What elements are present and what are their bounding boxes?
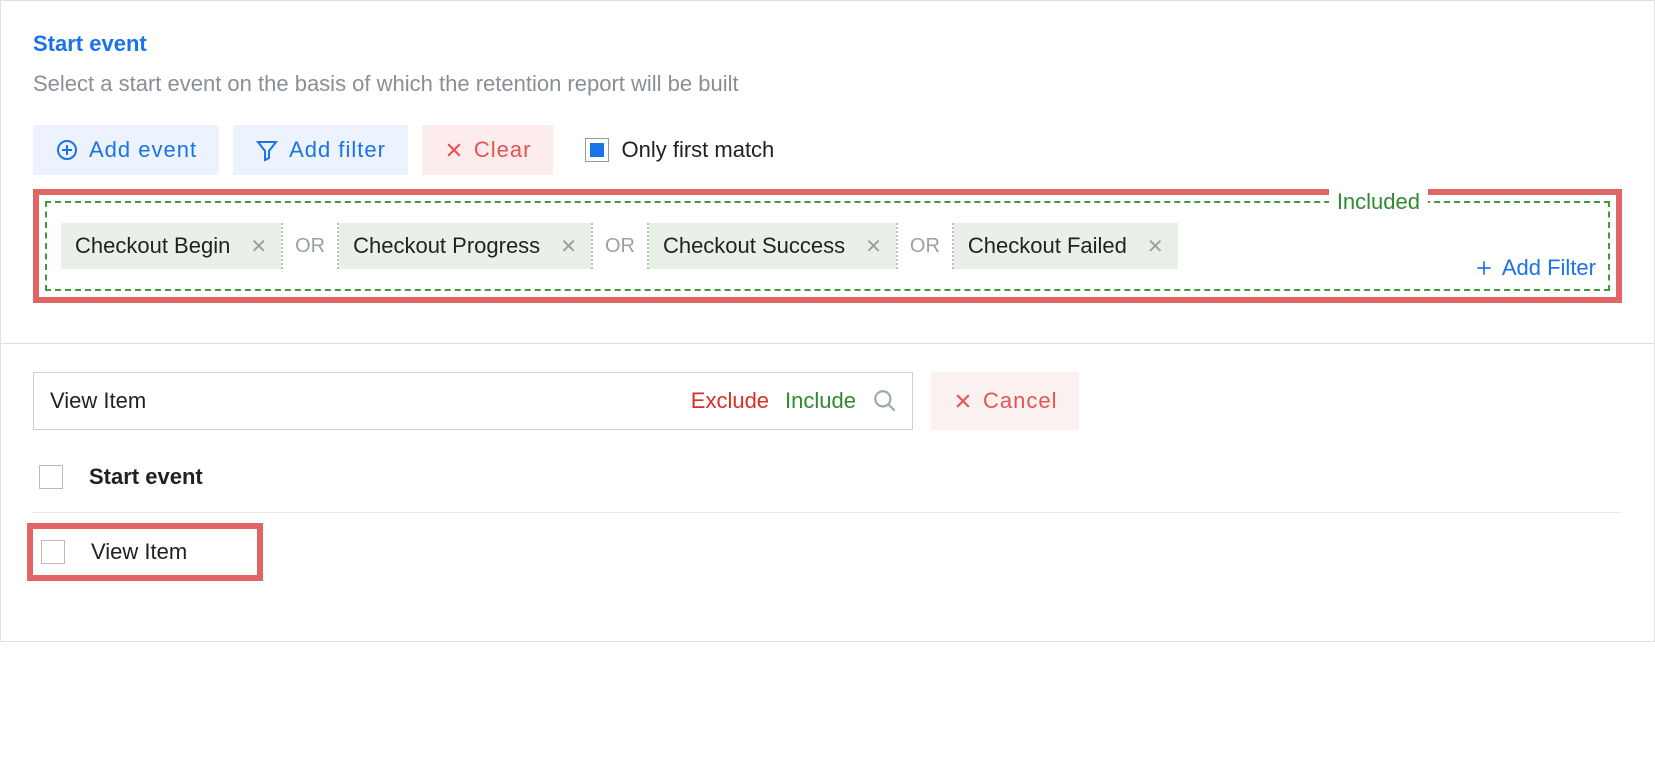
included-highlight: Included Checkout Begin ✕ OR Checkout Pr…: [33, 189, 1622, 303]
funnel-icon: [255, 138, 279, 162]
search-icon[interactable]: [872, 388, 898, 414]
clear-button[interactable]: Clear: [422, 125, 554, 175]
or-separator: OR: [281, 223, 339, 269]
group-label: Start event: [89, 464, 203, 490]
event-chip[interactable]: Checkout Success ✕: [649, 223, 896, 269]
start-event-panel: Start event Select a start event on the …: [0, 0, 1655, 642]
chip-label: Checkout Success: [663, 233, 845, 259]
results-group-header[interactable]: Start event: [33, 464, 1622, 513]
remove-chip-icon[interactable]: ✕: [1147, 234, 1164, 259]
chips-row: Checkout Begin ✕ OR Checkout Progress ✕ …: [61, 223, 1178, 269]
result-highlight: View Item: [27, 523, 263, 581]
remove-chip-icon[interactable]: ✕: [250, 234, 267, 259]
add-event-label: Add event: [89, 137, 197, 163]
checkbox-empty-icon[interactable]: [39, 465, 63, 489]
event-chip[interactable]: Checkout Failed ✕: [954, 223, 1178, 269]
included-events-box: Included Checkout Begin ✕ OR Checkout Pr…: [45, 201, 1610, 291]
search-input[interactable]: [48, 387, 691, 415]
plus-icon: [1474, 258, 1494, 278]
clear-label: Clear: [474, 137, 532, 163]
search-row: Exclude Include Cancel: [33, 372, 1622, 430]
toolbar: Add event Add filter Clear Only first ma…: [33, 125, 1622, 175]
or-separator: OR: [896, 223, 954, 269]
only-first-label: Only first match: [621, 137, 774, 163]
search-box: Exclude Include: [33, 372, 913, 430]
remove-chip-icon[interactable]: ✕: [560, 234, 577, 259]
chip-label: Checkout Begin: [75, 233, 230, 259]
event-chip[interactable]: Checkout Begin ✕: [61, 223, 281, 269]
cancel-button[interactable]: Cancel: [931, 372, 1079, 430]
add-filter-button[interactable]: Add filter: [233, 125, 408, 175]
add-filter-label: Add filter: [289, 137, 386, 163]
chip-label: Checkout Progress: [353, 233, 540, 259]
add-event-button[interactable]: Add event: [33, 125, 219, 175]
add-filter-link[interactable]: Add Filter: [1474, 255, 1596, 281]
cancel-label: Cancel: [983, 388, 1057, 414]
result-item-label[interactable]: View Item: [91, 539, 187, 565]
included-legend: Included: [1329, 189, 1428, 215]
add-filter-link-label: Add Filter: [1502, 255, 1596, 281]
include-action[interactable]: Include: [785, 388, 856, 414]
checkbox-empty-icon[interactable]: [41, 540, 65, 564]
remove-chip-icon[interactable]: ✕: [865, 234, 882, 259]
section-subtitle: Select a start event on the basis of whi…: [33, 71, 1622, 97]
section-title: Start event: [33, 31, 1622, 57]
plus-circle-icon: [55, 138, 79, 162]
close-icon: [444, 140, 464, 160]
event-chip[interactable]: Checkout Progress ✕: [339, 223, 591, 269]
top-section: Start event Select a start event on the …: [1, 1, 1654, 344]
exclude-action[interactable]: Exclude: [691, 388, 769, 414]
or-separator: OR: [591, 223, 649, 269]
close-icon: [953, 391, 973, 411]
bottom-section: Exclude Include Cancel Start event View …: [1, 344, 1654, 641]
checkbox-filled-icon: [585, 138, 609, 162]
only-first-match-checkbox[interactable]: Only first match: [585, 137, 774, 163]
chip-label: Checkout Failed: [968, 233, 1127, 259]
